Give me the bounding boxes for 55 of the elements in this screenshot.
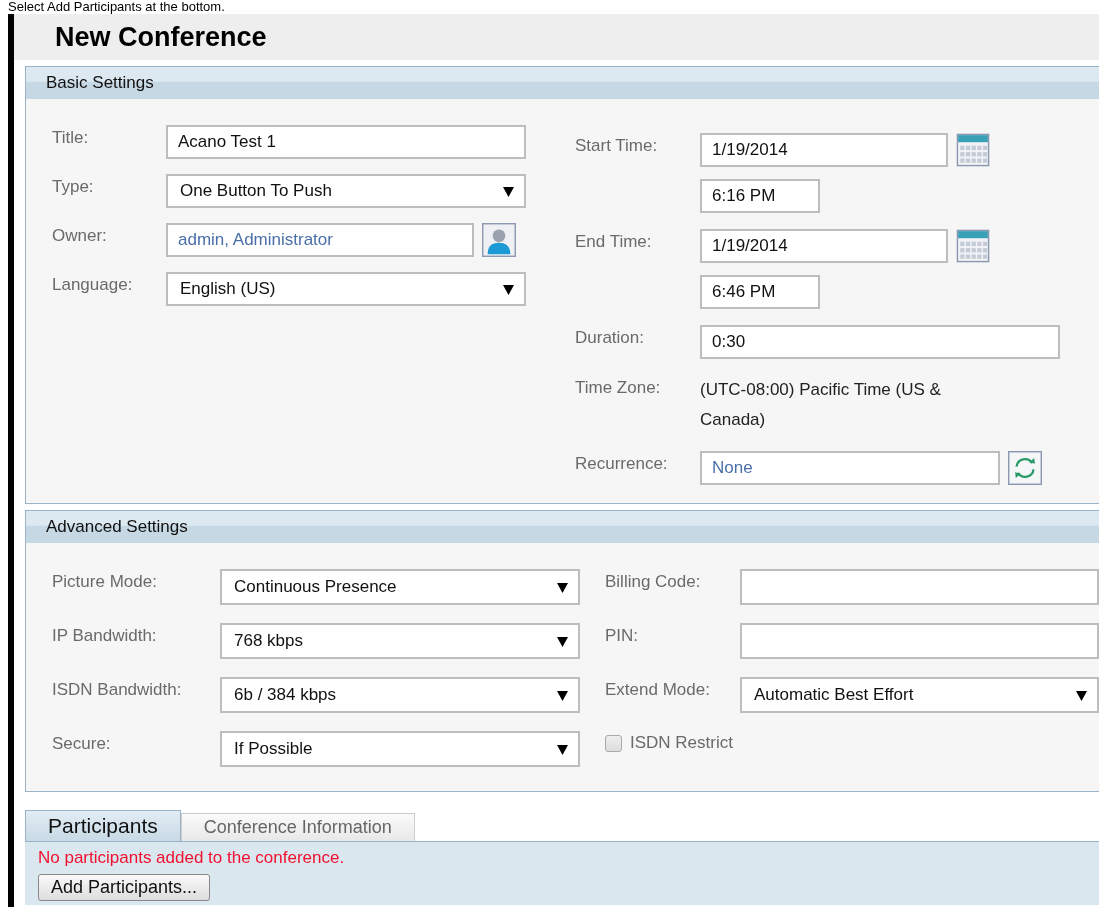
- time-field[interactable]: 6:16 PM: [700, 179, 820, 213]
- field-label: Title:: [52, 127, 90, 148]
- time-zone-text: (UTC-08:00) Pacific Time (US & Canada): [700, 379, 942, 431]
- dropdown[interactable]: Automatic Best Effort: [740, 677, 1099, 713]
- field-label: Time Zone:: [575, 377, 662, 398]
- caret-icon: [1076, 689, 1087, 701]
- field-label: Picture Mode:: [52, 571, 158, 592]
- calendar-icon[interactable]: [956, 133, 990, 167]
- caret-icon: [557, 581, 568, 593]
- empty-message: No participants added to the conference.: [38, 848, 346, 868]
- caret-icon: [557, 743, 568, 755]
- checkbox-label: ISDN Restrict: [630, 733, 733, 753]
- date-field[interactable]: 1/19/2014: [700, 133, 948, 167]
- field-label: ISDN Bandwidth:: [52, 679, 183, 700]
- panel-header: Advanced Settings: [26, 511, 1099, 543]
- tab[interactable]: Conference Information: [180, 813, 415, 841]
- dropdown[interactable]: Continuous Presence: [220, 569, 580, 605]
- checkbox[interactable]: [605, 734, 622, 752]
- field-label: IP Bandwidth:: [52, 625, 158, 646]
- recurrence-field[interactable]: None: [700, 451, 1000, 485]
- person-icon[interactable]: [482, 223, 516, 257]
- dropdown[interactable]: If Possible: [220, 731, 580, 767]
- field-label: Type:: [52, 176, 95, 197]
- refresh-icon[interactable]: [1008, 451, 1042, 485]
- field-label: End Time:: [575, 231, 653, 252]
- owner-field[interactable]: admin, Administrator: [166, 223, 474, 257]
- input-field[interactable]: [740, 623, 1099, 659]
- field-label: Language:: [52, 274, 134, 295]
- caret-icon: [503, 185, 514, 197]
- caret-icon: [557, 635, 568, 647]
- time-field[interactable]: 6:46 PM: [700, 275, 820, 309]
- input-field[interactable]: Acano Test 1: [166, 125, 526, 159]
- field-label: Duration:: [575, 327, 645, 348]
- date-field[interactable]: 1/19/2014: [700, 229, 948, 263]
- input-field[interactable]: 0:30: [700, 325, 1060, 359]
- field-label: Secure:: [52, 733, 112, 754]
- field-label: Start Time:: [575, 135, 659, 156]
- caret-icon: [503, 283, 514, 295]
- dropdown[interactable]: 768 kbps: [220, 623, 580, 659]
- input-field[interactable]: [740, 569, 1099, 605]
- dropdown[interactable]: 6b / 384 kbps: [220, 677, 580, 713]
- instruction-text: Select Add Participants at the bottom.: [7, 0, 226, 14]
- field-label: PIN:: [605, 625, 640, 646]
- caret-icon: [557, 689, 568, 701]
- field-label: Owner:: [52, 225, 108, 246]
- field-label: Recurrence:: [575, 453, 669, 474]
- page-title: New Conference: [55, 21, 267, 53]
- add-participants-button[interactable]: Add Participants...: [38, 874, 211, 901]
- dropdown[interactable]: English (US): [166, 272, 526, 306]
- field-label: Extend Mode:: [605, 679, 711, 700]
- tab[interactable]: Participants: [25, 810, 181, 841]
- field-label: Billing Code:: [605, 571, 702, 592]
- panel-header: Basic Settings: [26, 67, 1099, 99]
- calendar-icon[interactable]: [956, 229, 990, 263]
- dropdown[interactable]: One Button To Push: [166, 174, 526, 208]
